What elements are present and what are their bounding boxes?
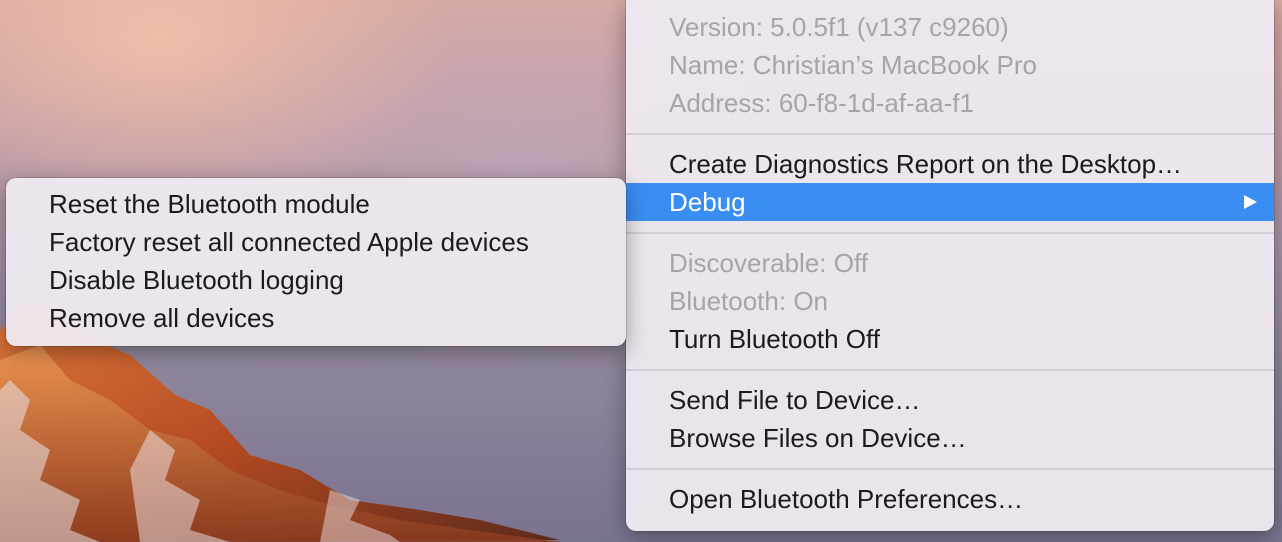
reset-bluetooth-module-item[interactable]: Reset the Bluetooth module <box>6 185 626 223</box>
menu-separator <box>626 232 1274 234</box>
device-name-info: Name: Christian’s MacBook Pro <box>669 50 1037 80</box>
discoverable-status: Discoverable: Off <box>669 248 868 278</box>
bluetooth-status: Bluetooth: On <box>669 286 828 316</box>
menu-separator <box>626 468 1274 470</box>
debug-menu-item[interactable]: Debug <box>626 183 1274 221</box>
send-file-item[interactable]: Send File to Device… <box>626 381 1274 419</box>
remove-all-devices-item[interactable]: Remove all devices <box>6 299 626 337</box>
create-diagnostics-report-item[interactable]: Create Diagnostics Report on the Desktop… <box>626 145 1274 183</box>
chevron-right-icon <box>1240 183 1260 221</box>
turn-bluetooth-off-item[interactable]: Turn Bluetooth Off <box>626 320 1274 358</box>
address-info: Address: 60-f8-1d-af-aa-f1 <box>669 88 974 118</box>
debug-label: Debug <box>669 187 746 217</box>
version-info: Version: 5.0.5f1 (v137 c9260) <box>669 12 1009 42</box>
open-bluetooth-preferences-item[interactable]: Open Bluetooth Preferences… <box>626 480 1274 518</box>
debug-submenu: Reset the Bluetooth module Factory reset… <box>6 178 626 346</box>
menu-separator <box>626 133 1274 135</box>
disable-bluetooth-logging-item[interactable]: Disable Bluetooth logging <box>6 261 626 299</box>
bluetooth-menu: Version: 5.0.5f1 (v137 c9260) Name: Chri… <box>626 0 1274 531</box>
browse-files-item[interactable]: Browse Files on Device… <box>626 419 1274 457</box>
menu-separator <box>626 369 1274 371</box>
factory-reset-apple-devices-item[interactable]: Factory reset all connected Apple device… <box>6 223 626 261</box>
